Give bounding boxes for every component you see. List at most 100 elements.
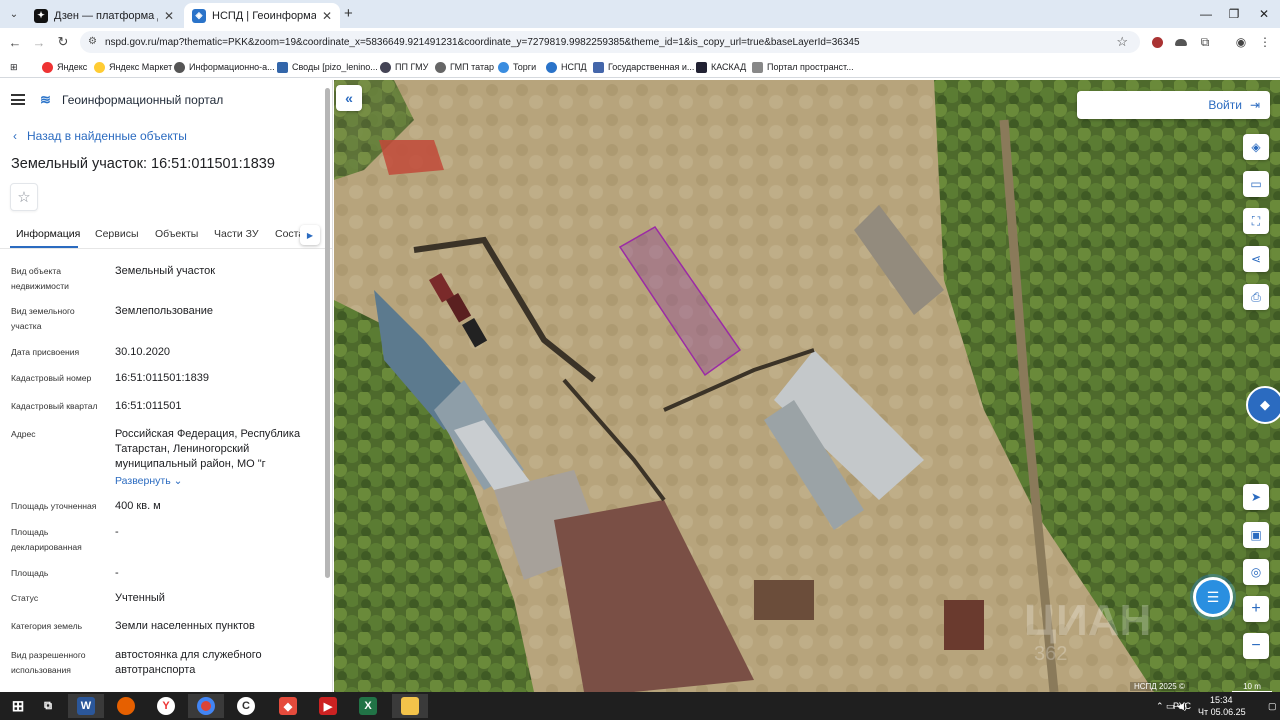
tab-dzen[interactable]: ✦ Дзен — платформа для прос ✕ bbox=[26, 3, 182, 28]
bookmark-pp-gmu[interactable]: ПП ГМУ bbox=[380, 60, 428, 74]
market-icon bbox=[94, 61, 105, 73]
clock-time[interactable]: 15:34 bbox=[1210, 695, 1233, 705]
satellite-map[interactable]: ЦИАН 362 « Войти ⇥ ◈ ▭ ⛶ ⋖ ⎙ ◆ ➤ ▣ ◎ ☰ +… bbox=[334, 80, 1280, 692]
taskbar-app-red[interactable]: ▶ bbox=[310, 694, 346, 718]
bookmark-gmp[interactable]: ГМП татар bbox=[435, 60, 494, 74]
site-info-icon[interactable]: ⚙ bbox=[88, 36, 97, 47]
geolocation-icon: ◎ bbox=[1250, 565, 1262, 579]
close-tab-icon[interactable]: ✕ bbox=[164, 9, 174, 23]
map-attribution: НСПД 2025 © bbox=[1130, 682, 1189, 691]
info-tabs: Информация Сервисы Объекты Части ЗУ Сост… bbox=[0, 225, 332, 249]
notifications-icon[interactable]: ▢ bbox=[1268, 701, 1277, 712]
new-tab-button[interactable]: + bbox=[344, 5, 353, 22]
panel-scrollbar[interactable] bbox=[325, 88, 330, 578]
taskbar-excel[interactable]: X bbox=[350, 694, 386, 718]
taskbar-firefox[interactable] bbox=[108, 694, 144, 718]
taskbar-yandex-browser[interactable]: Y bbox=[148, 694, 184, 718]
zoom-out-button[interactable]: − bbox=[1243, 633, 1269, 659]
firefox-icon bbox=[117, 697, 135, 715]
forward-arrow-icon[interactable]: → bbox=[30, 33, 48, 51]
taskbar-anydesk[interactable]: ◆ bbox=[270, 694, 306, 718]
tab-objects[interactable]: Объекты bbox=[155, 228, 198, 240]
taskbar-app-c[interactable]: C bbox=[228, 694, 264, 718]
emblem-icon bbox=[380, 61, 391, 73]
panel-header: ≋ Геоинформационный портал bbox=[0, 90, 332, 112]
task-view-icon: ⧉ bbox=[44, 699, 52, 712]
chat-button[interactable]: ☰ bbox=[1193, 577, 1233, 617]
close-tab-icon[interactable]: ✕ bbox=[322, 9, 332, 23]
doc-icon bbox=[752, 61, 763, 73]
portal-logo-icon: ≋ bbox=[40, 92, 51, 107]
yandex-icon bbox=[42, 61, 53, 73]
star-icon: ☆ bbox=[17, 189, 31, 206]
extension-hat-icon[interactable] bbox=[1172, 33, 1190, 51]
taskbar-word[interactable]: W bbox=[68, 694, 104, 718]
close-window-icon[interactable]: ✕ bbox=[1246, 0, 1280, 28]
folder-icon bbox=[277, 61, 288, 73]
taskbar-chrome[interactable] bbox=[188, 694, 224, 718]
favorite-star-button[interactable]: ☆ bbox=[10, 183, 38, 211]
kaskad-icon bbox=[696, 61, 707, 73]
tab-parts[interactable]: Части ЗУ bbox=[214, 228, 259, 240]
chevron-down-icon: ⌄ bbox=[173, 475, 183, 487]
cian-watermark-number: 362 bbox=[1034, 643, 1067, 665]
language-indicator[interactable]: РУС bbox=[1173, 701, 1191, 711]
profile-icon[interactable]: ◉ bbox=[1232, 33, 1250, 51]
tab-title: Дзен — платформа для прос bbox=[54, 9, 158, 22]
expand-address-link[interactable]: Развернуть ⌄ bbox=[115, 474, 182, 489]
bookmark-gos[interactable]: Государственная и... bbox=[593, 60, 694, 74]
geolocation-button[interactable]: ◎ bbox=[1243, 559, 1269, 585]
tab-nspd[interactable]: ◈ НСПД | Геоинформационный ✕ bbox=[184, 3, 340, 28]
bookmark-torgi[interactable]: Торги bbox=[498, 60, 536, 74]
apps-grid-icon[interactable]: ⊞ bbox=[10, 60, 18, 74]
zoom-in-button[interactable]: + bbox=[1243, 596, 1269, 622]
share-button[interactable]: ⋖ bbox=[1243, 246, 1269, 272]
print-icon: ⎙ bbox=[1251, 289, 1261, 304]
taskbar-explorer[interactable] bbox=[392, 694, 428, 718]
tab-search-icon[interactable]: ⌄ bbox=[5, 5, 23, 23]
dzen-favicon-icon: ✦ bbox=[34, 8, 48, 23]
windows-logo-icon: ⊞ bbox=[11, 698, 25, 715]
excel-icon: X bbox=[359, 697, 377, 715]
bookmark-info[interactable]: Информационно-а... bbox=[174, 60, 275, 74]
back-arrow-icon[interactable]: ← bbox=[6, 33, 24, 51]
chrome-icon bbox=[197, 697, 215, 715]
reload-icon[interactable]: ↻ bbox=[54, 33, 72, 51]
gov-icon bbox=[593, 61, 604, 73]
browser-tab-strip: ⌄ ✦ Дзен — платформа для прос ✕ ◈ НСПД |… bbox=[0, 0, 1280, 28]
menu-kebab-icon[interactable]: ⋮ bbox=[1256, 33, 1274, 51]
plus-icon: + bbox=[1251, 600, 1261, 617]
info-panel: ≋ Геоинформационный портал ‹ Назад в най… bbox=[0, 80, 333, 692]
address-bar[interactable]: ⚙ nspd.gov.ru/map?thematic=PKK&zoom=19&c… bbox=[80, 31, 1140, 53]
clock-date[interactable]: Чт 05.06.25 bbox=[1198, 707, 1246, 717]
tabs-scroll-right-button[interactable]: ▶ bbox=[300, 225, 320, 245]
bookmark-star-icon[interactable]: ☆ bbox=[1116, 34, 1128, 50]
bookmark-svody[interactable]: Своды [pizo_lenino... bbox=[277, 60, 378, 74]
extensions-puzzle-icon[interactable]: ⧉ bbox=[1196, 33, 1214, 51]
locate-button[interactable]: ➤ bbox=[1243, 484, 1269, 510]
globe-icon bbox=[435, 61, 446, 73]
print-button[interactable]: ⎙ bbox=[1243, 284, 1269, 310]
extension-icon[interactable] bbox=[1148, 33, 1166, 51]
bookmark-yandex-market[interactable]: Яндекс Маркет bbox=[94, 60, 172, 74]
minus-icon: − bbox=[1251, 637, 1261, 654]
bookmark-kaskad[interactable]: КАСКАД bbox=[696, 60, 746, 74]
minimap-button[interactable]: ▣ bbox=[1243, 522, 1269, 548]
bookmark-yandex[interactable]: Яндекс bbox=[42, 60, 87, 74]
bookmark-nspd[interactable]: НСПД bbox=[546, 60, 587, 74]
navigation-arrow-icon: ➤ bbox=[1250, 490, 1262, 504]
task-view-button[interactable]: ⧉ bbox=[30, 694, 66, 718]
layers-button[interactable]: ◈ bbox=[1243, 134, 1269, 160]
login-button[interactable]: Войти ⇥ bbox=[1077, 91, 1270, 119]
bookmark-portal[interactable]: Портал пространст... bbox=[752, 60, 854, 74]
map-scale: 10 m bbox=[1232, 682, 1272, 692]
measure-button[interactable]: ▭ bbox=[1243, 171, 1269, 197]
nspd-icon bbox=[546, 61, 557, 73]
back-to-results-link[interactable]: ‹ Назад в найденные объекты bbox=[13, 129, 187, 143]
tab-information[interactable]: Информация bbox=[16, 228, 80, 240]
tab-services[interactable]: Сервисы bbox=[95, 228, 139, 240]
collapse-panel-button[interactable]: « bbox=[336, 85, 362, 111]
assistant-button[interactable]: ◆ bbox=[1246, 386, 1280, 424]
select-area-button[interactable]: ⛶ bbox=[1243, 208, 1269, 234]
menu-icon[interactable] bbox=[11, 94, 25, 105]
